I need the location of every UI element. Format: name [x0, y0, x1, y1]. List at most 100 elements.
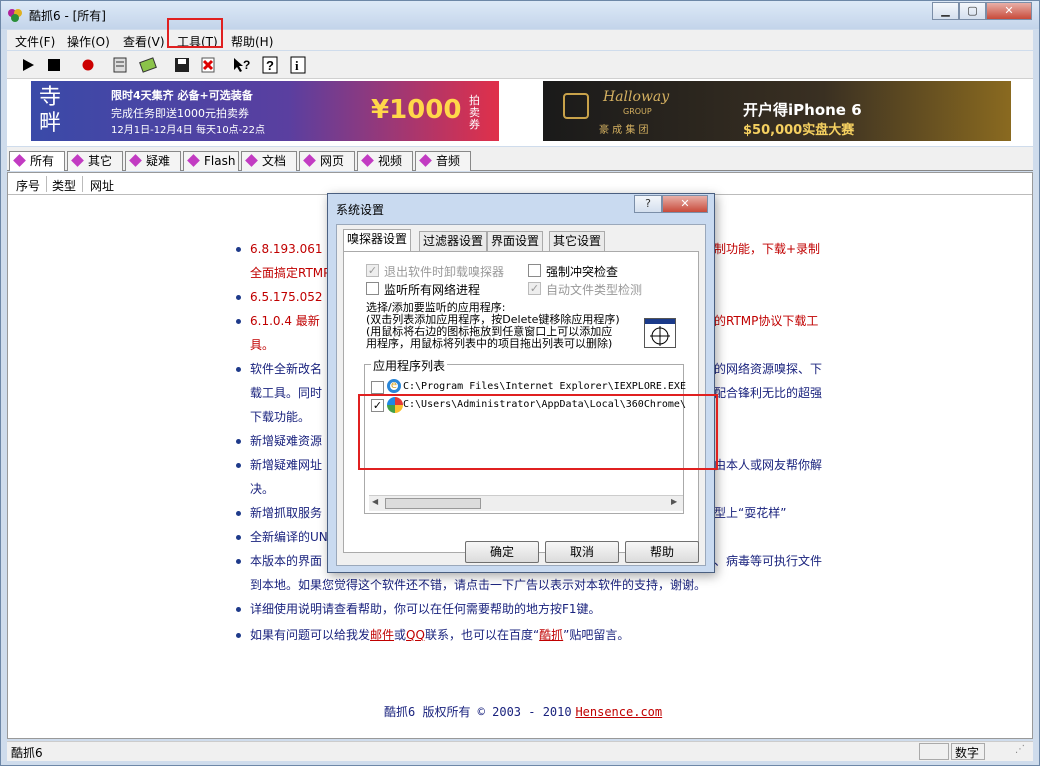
- menu-operate[interactable]: 操作(O): [67, 33, 110, 50]
- col-type[interactable]: 类型: [52, 177, 76, 194]
- col-divider[interactable]: [46, 176, 47, 192]
- tab-interface[interactable]: 界面设置: [487, 231, 544, 251]
- left-ad-banner[interactable]: 寺畔 限时4天集齐 必备+可选装备 完成任务即送1000元拍卖券 12月1日-1…: [31, 81, 499, 141]
- tab-sniffer[interactable]: 嗅探器设置: [343, 229, 412, 251]
- tab-other[interactable]: 其它: [67, 151, 123, 171]
- tab-flash[interactable]: Flash: [183, 151, 239, 171]
- numlock-indicator: 数字: [951, 743, 985, 760]
- conflict-check-checkbox[interactable]: [528, 264, 541, 277]
- qq-link[interactable]: QQ: [406, 628, 425, 642]
- help-icon[interactable]: ?: [259, 54, 281, 76]
- close-button[interactable]: ✕: [986, 2, 1032, 20]
- tab-filter[interactable]: 过滤器设置: [419, 231, 488, 251]
- bullet: [236, 559, 241, 564]
- ad-right-text-1: 开户得iPhone 6: [743, 101, 862, 119]
- tab-other-settings[interactable]: 其它设置: [549, 231, 606, 251]
- news-tail: 的RTMP协议下载工: [714, 314, 819, 328]
- stop-icon[interactable]: [43, 54, 65, 76]
- dialog-help-button[interactable]: ?: [634, 195, 662, 213]
- ad-brand: Halloway: [603, 89, 670, 105]
- tab-label: 文档: [262, 154, 287, 168]
- maximize-button[interactable]: ▢: [959, 2, 986, 20]
- help-button[interactable]: 帮助: [625, 541, 699, 563]
- right-ad-banner[interactable]: Halloway GROUP 豪 成 集 团 开户得iPhone 6 $50,0…: [543, 81, 1011, 141]
- tab-diamond-icon: [13, 154, 26, 167]
- menu-file[interactable]: 文件(F): [15, 33, 55, 50]
- scroll-left-icon[interactable]: ◀: [372, 497, 378, 506]
- col-index[interactable]: 序号: [16, 177, 40, 194]
- tab-docs[interactable]: 文档: [241, 151, 297, 171]
- dialog-title: 系统设置: [336, 203, 385, 217]
- status-bar: 酷抓6 数字 ⋰: [7, 741, 1033, 761]
- play-icon[interactable]: [17, 54, 39, 76]
- title-bar: 酷抓6 - [所有] ▁ ▢ ✕: [1, 1, 1039, 29]
- help-text-4: 用程序，用鼠标将列表中的项目拖出列表可以删除): [366, 337, 613, 350]
- homepage-link[interactable]: Hensence.com: [575, 705, 662, 719]
- tab-label: 疑难: [146, 154, 171, 168]
- tab-diamond-icon: [187, 154, 200, 167]
- copyright: 酷抓6 版权所有 © 2003 - 2010 Hensence.com: [384, 703, 662, 720]
- app-checkbox[interactable]: [371, 381, 384, 394]
- ad-cn-name: 豪 成 集 团: [599, 125, 649, 136]
- contact-mid: 联系，也可以在百度“: [424, 628, 540, 642]
- bullet: [236, 247, 241, 252]
- bullet: [236, 367, 241, 372]
- drag-target-icon[interactable]: [644, 318, 676, 348]
- col-divider[interactable]: [82, 176, 83, 192]
- news-text: 详细使用说明请查看帮助，你可以在任何需要帮助的地方按F1键。: [250, 602, 601, 616]
- tab-web[interactable]: 网页: [299, 151, 355, 171]
- unload-sniffer-checkbox[interactable]: ✓: [366, 264, 379, 277]
- app-path[interactable]: C:\Program Files\Internet Explorer\IEXPL…: [403, 381, 686, 392]
- tab-all[interactable]: 所有: [9, 151, 65, 171]
- tab-video[interactable]: 视频: [357, 151, 413, 171]
- filter-icon[interactable]: [137, 54, 159, 76]
- horizontal-scrollbar[interactable]: ◀ ▶: [369, 495, 683, 511]
- column-header: 序号 类型 网址: [8, 173, 1032, 195]
- monitor-all-checkbox[interactable]: [366, 282, 379, 295]
- conflict-check-label: 强制冲突检查: [546, 265, 619, 279]
- whats-this-icon[interactable]: ?: [231, 54, 253, 76]
- ad-bar: 寺畔 限时4天集齐 必备+可选装备 完成任务即送1000元拍卖券 12月1日-1…: [7, 79, 1033, 146]
- auto-detect-checkbox[interactable]: ✓: [528, 282, 541, 295]
- save-icon[interactable]: [171, 54, 193, 76]
- about-icon[interactable]: i: [287, 54, 309, 76]
- ad-text-3: 12月1日-12月4日 每天10点-22点: [111, 125, 266, 136]
- tab-label: Flash: [204, 154, 236, 168]
- tab-label: 视频: [378, 154, 403, 168]
- tab-audio[interactable]: 音频: [415, 151, 471, 171]
- sniffer-icon[interactable]: [109, 54, 131, 76]
- tab-difficult[interactable]: 疑难: [125, 151, 181, 171]
- record-icon[interactable]: [77, 54, 99, 76]
- cancel-button[interactable]: 取消: [545, 541, 619, 563]
- menu-view[interactable]: 查看(V): [123, 33, 165, 50]
- dialog-body: 嗅探器设置 过滤器设置 界面设置 其它设置 ✓ 退出软件时卸载嗅探器 强制冲突检…: [336, 224, 718, 566]
- tieba-link[interactable]: 酷抓: [539, 628, 563, 642]
- news-text: 6.8.193.061: [250, 242, 323, 256]
- col-url[interactable]: 网址: [90, 177, 114, 194]
- news-tail: 、病毒等可执行文件: [714, 554, 823, 568]
- mail-link[interactable]: 邮件: [370, 628, 394, 642]
- bullet: [236, 319, 241, 324]
- ad-group: GROUP: [623, 107, 652, 116]
- scroll-right-icon[interactable]: ▶: [671, 497, 677, 506]
- scroll-thumb[interactable]: [385, 498, 481, 509]
- ad-logo-icon: 寺畔: [39, 85, 62, 136]
- news-text: 软件全新改名: [250, 362, 323, 376]
- bullet: [236, 295, 241, 300]
- menu-help[interactable]: 帮助(H): [231, 33, 273, 50]
- category-tabs: 所有 其它 疑难 Flash 文档 网页 视频 音频: [7, 147, 1033, 171]
- contact-or: 或: [394, 628, 407, 642]
- minimize-button[interactable]: ▁: [932, 2, 959, 20]
- toolbar: ? ? i: [7, 51, 1033, 79]
- tab-diamond-icon: [419, 154, 432, 167]
- news-text: 载工具。同时: [250, 386, 323, 400]
- monitor-all-label: 监听所有网络进程: [384, 283, 481, 297]
- news-tail: 型上“耍花样”: [714, 506, 787, 520]
- ok-button[interactable]: 确定: [465, 541, 539, 563]
- resize-grip-icon[interactable]: ⋰: [1015, 744, 1031, 760]
- dialog-close-button[interactable]: ✕: [662, 195, 708, 213]
- delete-icon[interactable]: [197, 54, 219, 76]
- app-icon: [7, 7, 23, 23]
- auto-detect-label: 自动文件类型检测: [546, 283, 643, 297]
- ad-text-2: 完成任务即送1000元拍卖券: [111, 107, 249, 120]
